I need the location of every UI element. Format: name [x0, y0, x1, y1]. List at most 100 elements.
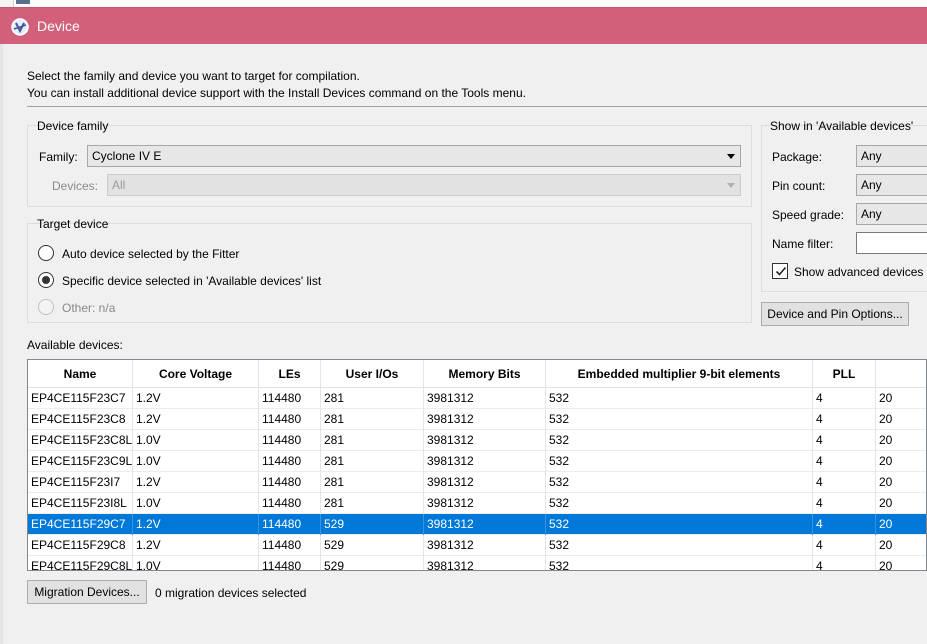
intro-line-1: Select the family and device you want to… — [27, 69, 360, 83]
migration-status: 0 migration devices selected — [155, 586, 307, 600]
cell-user-ios: 281 — [321, 409, 424, 430]
available-devices-label: Available devices: — [27, 338, 123, 352]
cell-memory-bits: 3981312 — [424, 430, 546, 451]
show-advanced-label[interactable]: Show advanced devices — [794, 265, 923, 279]
package-select[interactable]: Any — [856, 145, 927, 167]
auto-device-label[interactable]: Auto device selected by the Fitter — [62, 247, 239, 261]
cell-les: 114480 — [259, 472, 321, 493]
background-icon — [16, 0, 30, 4]
cell-name: EP4CE115F23C7 — [28, 388, 133, 409]
column-header-extra[interactable] — [876, 360, 926, 388]
cell-core-voltage: 1.0V — [133, 493, 259, 514]
cell-memory-bits: 3981312 — [424, 451, 546, 472]
cell-les: 114480 — [259, 493, 321, 514]
cell-name: EP4CE115F29C8 — [28, 535, 133, 556]
cell-multipliers: 532 — [546, 535, 813, 556]
table-row[interactable]: EP4CE115F29C8L 1.0V 114480 529 3981312 532 4 20 — [28, 556, 926, 570]
devices-select-value: All — [112, 178, 126, 192]
column-header-memory-bits[interactable]: Memory Bits — [424, 360, 546, 388]
cell-extra: 20 — [876, 388, 926, 409]
cell-name: EP4CE115F29C8L — [28, 556, 133, 570]
cell-les: 114480 — [259, 535, 321, 556]
dialog-left-edge — [0, 44, 3, 644]
devices-label: Devices: — [52, 179, 99, 193]
pin-count-select-value: Any — [861, 178, 882, 192]
device-family-title: Device family — [37, 119, 109, 133]
cell-name: EP4CE115F23I8L — [28, 493, 133, 514]
cell-user-ios: 529 — [321, 535, 424, 556]
name-filter-label: Name filter: — [772, 237, 834, 251]
table-row[interactable]: EP4CE115F29C8 1.2V 114480 529 3981312 532 4 20 — [28, 535, 926, 556]
specific-device-label[interactable]: Specific device selected in 'Available d… — [62, 274, 321, 288]
cell-multipliers: 532 — [546, 388, 813, 409]
device-pin-options-button[interactable]: Device and Pin Options... — [761, 302, 909, 326]
separator — [27, 106, 927, 107]
devices-select[interactable]: All — [107, 174, 741, 196]
title-bar[interactable]: Device — [0, 7, 927, 44]
cell-name: EP4CE115F23C8 — [28, 409, 133, 430]
column-header-pll[interactable]: PLL — [813, 360, 876, 388]
name-filter-input[interactable] — [856, 232, 927, 254]
cell-multipliers: 532 — [546, 556, 813, 570]
pin-count-select[interactable]: Any — [856, 174, 927, 196]
checkmark-icon — [775, 266, 787, 276]
specific-device-radio[interactable] — [38, 272, 54, 288]
available-devices-table[interactable]: Name Core Voltage LEs User I/Os Memory B… — [27, 359, 927, 571]
cell-pll: 4 — [813, 535, 876, 556]
show-advanced-checkbox[interactable] — [772, 263, 788, 279]
column-header-user-ios[interactable]: User I/Os — [321, 360, 424, 388]
cell-memory-bits: 3981312 — [424, 493, 546, 514]
cell-les: 114480 — [259, 556, 321, 570]
pin-count-label: Pin count: — [772, 179, 826, 193]
column-header-core-voltage[interactable]: Core Voltage — [133, 360, 259, 388]
cell-extra: 20 — [876, 556, 926, 570]
cell-user-ios: 281 — [321, 430, 424, 451]
cell-multipliers: 532 — [546, 409, 813, 430]
cell-multipliers: 532 — [546, 430, 813, 451]
other-device-radio[interactable] — [38, 299, 54, 315]
cell-user-ios: 529 — [321, 514, 424, 535]
cell-extra: 20 — [876, 472, 926, 493]
cell-name: EP4CE115F23C9L — [28, 451, 133, 472]
chevron-down-icon — [727, 183, 735, 188]
table-row[interactable]: EP4CE115F23C7 1.2V 114480 281 3981312 532 4 20 — [28, 388, 926, 409]
cell-les: 114480 — [259, 388, 321, 409]
column-header-multipliers[interactable]: Embedded multiplier 9-bit elements — [546, 360, 813, 388]
table-row[interactable]: EP4CE115F23I8L 1.0V 114480 281 3981312 532 4 20 — [28, 493, 926, 514]
cell-core-voltage: 1.2V — [133, 535, 259, 556]
cell-core-voltage: 1.2V — [133, 409, 259, 430]
background-window-edge — [0, 0, 14, 7]
target-device-group — [27, 223, 752, 323]
cell-core-voltage: 1.0V — [133, 556, 259, 570]
speed-grade-label: Speed grade: — [772, 208, 845, 222]
cell-pll: 4 — [813, 556, 876, 570]
cell-extra: 20 — [876, 430, 926, 451]
cell-user-ios: 529 — [321, 556, 424, 570]
cell-multipliers: 532 — [546, 493, 813, 514]
cell-memory-bits: 3981312 — [424, 556, 546, 570]
auto-device-radio[interactable] — [38, 245, 54, 261]
cell-user-ios: 281 — [321, 388, 424, 409]
show-in-title: Show in 'Available devices' — [770, 119, 914, 133]
cell-extra: 20 — [876, 514, 926, 535]
cell-les: 114480 — [259, 514, 321, 535]
cell-memory-bits: 3981312 — [424, 409, 546, 430]
cell-user-ios: 281 — [321, 472, 424, 493]
table-row[interactable]: EP4CE115F23I7 1.2V 114480 281 3981312 532 4 20 — [28, 472, 926, 493]
cell-les: 114480 — [259, 430, 321, 451]
migration-devices-button[interactable]: Migration Devices... — [27, 580, 147, 604]
cell-memory-bits: 3981312 — [424, 535, 546, 556]
cell-name: EP4CE115F23I7 — [28, 472, 133, 493]
table-row[interactable]: EP4CE115F23C9L 1.0V 114480 281 3981312 532 4 20 — [28, 451, 926, 472]
cell-pll: 4 — [813, 388, 876, 409]
table-row[interactable]: EP4CE115F23C8 1.2V 114480 281 3981312 532 4 20 — [28, 409, 926, 430]
cell-pll: 4 — [813, 493, 876, 514]
column-header-name[interactable]: Name — [28, 360, 133, 388]
column-header-les[interactable]: LEs — [259, 360, 321, 388]
table-row[interactable]: EP4CE115F29C7 1.2V 114480 529 3981312 532 4 20 — [28, 514, 926, 535]
speed-grade-select-value: Any — [861, 207, 882, 221]
cell-user-ios: 281 — [321, 493, 424, 514]
family-select[interactable]: Cyclone IV E — [87, 145, 741, 167]
speed-grade-select[interactable]: Any — [856, 203, 927, 225]
table-row[interactable]: EP4CE115F23C8L 1.0V 114480 281 3981312 532 4 20 — [28, 430, 926, 451]
